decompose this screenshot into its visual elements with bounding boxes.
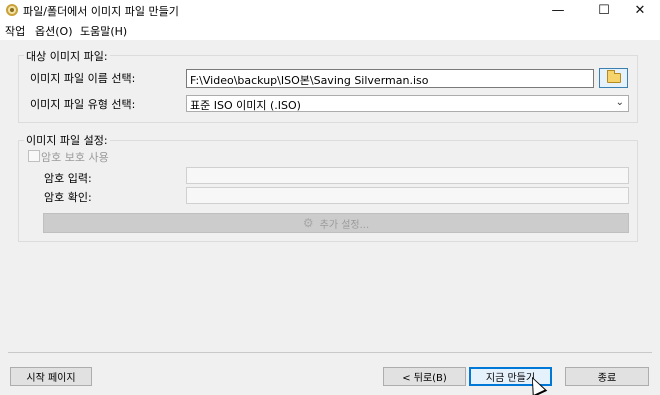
browse-button[interactable] xyxy=(599,68,628,88)
image-settings-group-title: 이미지 파일 설정: xyxy=(24,132,110,148)
use-password-label: 암호 보호 사용 xyxy=(41,151,109,164)
menu-item-options[interactable]: 옵션(O) xyxy=(35,23,72,39)
minimize-button[interactable]: — xyxy=(538,0,578,20)
dialog-body: 대상 이미지 파일: 이미지 파일 이름 선택: F:\Video\backup… xyxy=(0,40,660,395)
app-disc-icon xyxy=(6,4,18,16)
footer-divider xyxy=(8,352,652,353)
maximize-button[interactable]: ☐ xyxy=(584,0,624,20)
chevron-down-icon: ⌄ xyxy=(615,97,624,108)
file-type-select[interactable]: 표준 ISO 이미지 (.ISO) ⌄ xyxy=(186,95,629,112)
file-type-label: 이미지 파일 유형 선택: xyxy=(30,98,136,111)
advanced-settings-button[interactable]: ⚙ 추가 설정... xyxy=(43,213,629,233)
target-image-group xyxy=(18,55,638,123)
confirm-password-label: 암호 확인: xyxy=(44,191,92,204)
back-button[interactable]: < 뒤로(B) xyxy=(383,367,466,386)
menu-bar: 작업 옵션(O) 도움말(H) xyxy=(0,21,660,39)
confirm-password-input[interactable] xyxy=(186,187,629,204)
file-type-value: 표준 ISO 이미지 (.ISO) xyxy=(190,99,301,112)
menu-item-task[interactable]: 작업 xyxy=(5,23,25,39)
advanced-settings-label: 추가 설정... xyxy=(319,219,370,231)
close-window-button[interactable]: ✕ xyxy=(620,0,660,20)
menu-item-help[interactable]: 도움말(H) xyxy=(80,23,127,39)
password-label: 암호 입력: xyxy=(44,172,92,185)
window-title: 파일/폴더에서 이미지 파일 만들기 xyxy=(23,5,179,18)
close-button[interactable]: 종료 xyxy=(565,367,649,386)
use-password-checkbox[interactable] xyxy=(28,150,40,162)
target-image-group-title: 대상 이미지 파일: xyxy=(24,48,110,64)
gear-icon: ⚙ xyxy=(302,216,314,230)
file-name-label: 이미지 파일 이름 선택: xyxy=(30,72,136,85)
folder-open-icon xyxy=(606,70,621,83)
password-input[interactable] xyxy=(186,167,629,184)
title-bar: 파일/폴더에서 이미지 파일 만들기 — ☐ ✕ xyxy=(0,0,660,20)
start-page-button[interactable]: 시작 페이지 xyxy=(10,367,92,386)
file-name-input[interactable]: F:\Video\backup\ISO본\Saving Silverman.is… xyxy=(186,69,594,88)
